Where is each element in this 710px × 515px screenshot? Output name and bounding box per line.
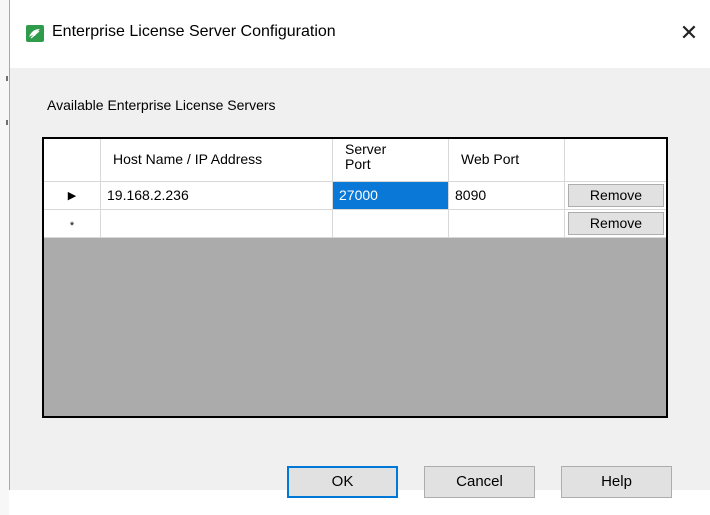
license-server-dialog: Enterprise License Server Configuration …	[9, 0, 710, 498]
column-header-web-port[interactable]: Web Port	[449, 139, 565, 182]
close-icon[interactable]: ✕	[672, 16, 706, 50]
corner-header-cell[interactable]	[44, 139, 101, 182]
remove-button[interactable]: Remove	[568, 184, 664, 207]
row-indicator-new[interactable]: *	[44, 210, 101, 238]
action-cell: Remove	[565, 210, 666, 238]
servers-section-label: Available Enterprise License Servers	[47, 97, 276, 113]
license-app-icon	[26, 25, 44, 42]
web-port-cell[interactable]	[449, 210, 565, 238]
column-header-server-port[interactable]: Server Port	[333, 139, 449, 182]
host-cell[interactable]: 19.168.2.236	[101, 182, 333, 210]
row-indicator-current[interactable]: ▶	[44, 182, 101, 210]
server-port-cell[interactable]: 27000	[333, 182, 449, 210]
cancel-button[interactable]: Cancel	[424, 466, 535, 498]
web-port-cell[interactable]: 8090	[449, 182, 565, 210]
column-header-action	[565, 139, 666, 182]
background-window-edge	[0, 0, 9, 515]
action-cell: Remove	[565, 182, 666, 210]
server-port-cell[interactable]	[333, 210, 449, 238]
help-button[interactable]: Help	[561, 466, 672, 498]
ok-button[interactable]: OK	[287, 466, 398, 498]
remove-button[interactable]: Remove	[568, 212, 664, 235]
host-cell[interactable]	[101, 210, 333, 238]
column-header-host[interactable]: Host Name / IP Address	[101, 139, 333, 182]
edge-tick	[6, 120, 8, 125]
title-bar[interactable]: Enterprise License Server Configuration …	[10, 0, 710, 68]
window-title: Enterprise License Server Configuration	[52, 23, 336, 40]
license-servers-grid[interactable]: Host Name / IP Address Server Port Web P…	[42, 137, 668, 418]
edge-tick	[6, 76, 8, 81]
